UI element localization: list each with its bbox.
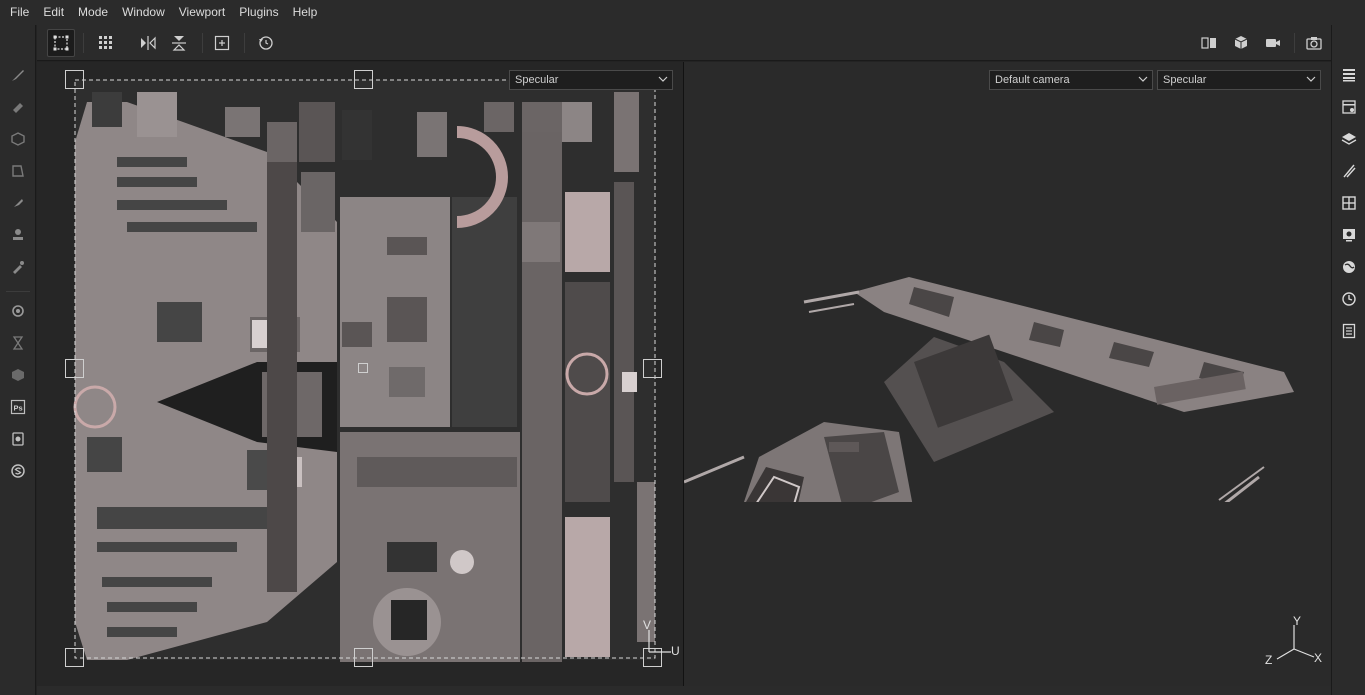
axis-x-label: X xyxy=(1314,651,1323,665)
environment-icon[interactable] xyxy=(1340,258,1358,276)
menu-file[interactable]: File xyxy=(4,0,35,25)
screenshot-icon[interactable] xyxy=(1300,29,1328,57)
uv-channel-value: Specular xyxy=(515,74,559,86)
brush-properties-icon[interactable] xyxy=(1340,162,1358,180)
uv-select-icon[interactable] xyxy=(47,29,75,57)
layers-list-icon[interactable] xyxy=(1340,66,1358,84)
grid-tiling-icon[interactable] xyxy=(92,29,120,57)
3d-channel-value: Specular xyxy=(1163,74,1207,86)
uv-channel-dropdown[interactable]: Specular xyxy=(509,70,673,90)
chevron-down-icon xyxy=(658,76,668,82)
chevron-down-icon xyxy=(1306,76,1316,82)
handle-middle-left[interactable] xyxy=(65,359,84,378)
menu-viewport[interactable]: Viewport xyxy=(173,0,231,25)
handle-top-left[interactable] xyxy=(65,70,84,89)
clone-stamp-icon[interactable] xyxy=(8,225,28,245)
split-view-icon[interactable] xyxy=(1195,29,1223,57)
separator xyxy=(202,33,203,53)
viewer-settings-icon[interactable] xyxy=(1340,226,1358,244)
axis-u-label: U xyxy=(671,644,680,658)
projection-icon[interactable] xyxy=(8,129,28,149)
menu-edit[interactable]: Edit xyxy=(37,0,70,25)
separator xyxy=(6,291,30,292)
camera-value: Default camera xyxy=(995,74,1070,86)
chevron-down-icon xyxy=(1138,76,1148,82)
substance-icon[interactable] xyxy=(8,461,28,481)
uv-selection-frame[interactable] xyxy=(37,62,683,686)
reset-icon[interactable] xyxy=(252,29,280,57)
handle-top-center[interactable] xyxy=(354,70,373,89)
smudge-icon[interactable] xyxy=(8,193,28,213)
symmetry-x-icon[interactable] xyxy=(134,29,162,57)
top-toolbar xyxy=(37,25,1331,61)
axis-v-label: V xyxy=(643,618,652,632)
eraser-icon[interactable] xyxy=(8,97,28,117)
right-toolbar xyxy=(1331,25,1365,695)
texture-set-settings-icon[interactable] xyxy=(1340,98,1358,116)
handle-bottom-left[interactable] xyxy=(65,648,84,667)
material-icon[interactable] xyxy=(8,365,28,385)
menu-bar: File Edit Mode Window Viewport Plugins H… xyxy=(0,0,1365,25)
menu-window[interactable]: Window xyxy=(116,0,171,25)
axis-z-label: Z xyxy=(1265,653,1273,667)
left-toolbar: Ps xyxy=(0,25,36,695)
camera-dropdown[interactable]: Default camera xyxy=(989,70,1153,90)
symmetry-y-icon[interactable] xyxy=(165,29,193,57)
history-icon[interactable] xyxy=(1340,290,1358,308)
bake-icon[interactable] xyxy=(8,301,28,321)
camera-icon[interactable] xyxy=(1259,29,1287,57)
menu-plugins[interactable]: Plugins xyxy=(233,0,284,25)
handle-middle-right[interactable] xyxy=(643,359,662,378)
color-picker-icon[interactable] xyxy=(8,257,28,277)
fit-view-icon[interactable] xyxy=(208,29,236,57)
uv-viewport[interactable]: Specular V U xyxy=(37,62,683,686)
brush-icon[interactable] xyxy=(8,65,28,85)
photoshop-icon[interactable]: Ps xyxy=(8,397,28,417)
axis-y-label: Y xyxy=(1293,614,1302,628)
display-settings-icon[interactable] xyxy=(1340,194,1358,212)
spaceship-model xyxy=(684,277,1294,502)
3d-viewport[interactable]: Default camera Specular Y Z X xyxy=(684,62,1331,686)
handle-bottom-center[interactable] xyxy=(354,648,373,667)
3d-channel-dropdown[interactable]: Specular xyxy=(1157,70,1321,90)
geometry-fill-icon[interactable] xyxy=(8,161,28,181)
photoshop-label: Ps xyxy=(14,404,23,413)
menu-mode[interactable]: Mode xyxy=(72,0,114,25)
separator xyxy=(83,33,84,53)
separator xyxy=(244,33,245,53)
iray-icon[interactable] xyxy=(8,429,28,449)
log-icon[interactable] xyxy=(1340,322,1358,340)
hourglass-icon[interactable] xyxy=(8,333,28,353)
separator xyxy=(1294,33,1295,53)
status-strip xyxy=(37,686,1331,695)
layers-icon[interactable] xyxy=(1340,130,1358,148)
pivot-handle[interactable] xyxy=(358,363,368,373)
menu-help[interactable]: Help xyxy=(287,0,324,25)
cube-icon[interactable] xyxy=(1227,29,1255,57)
